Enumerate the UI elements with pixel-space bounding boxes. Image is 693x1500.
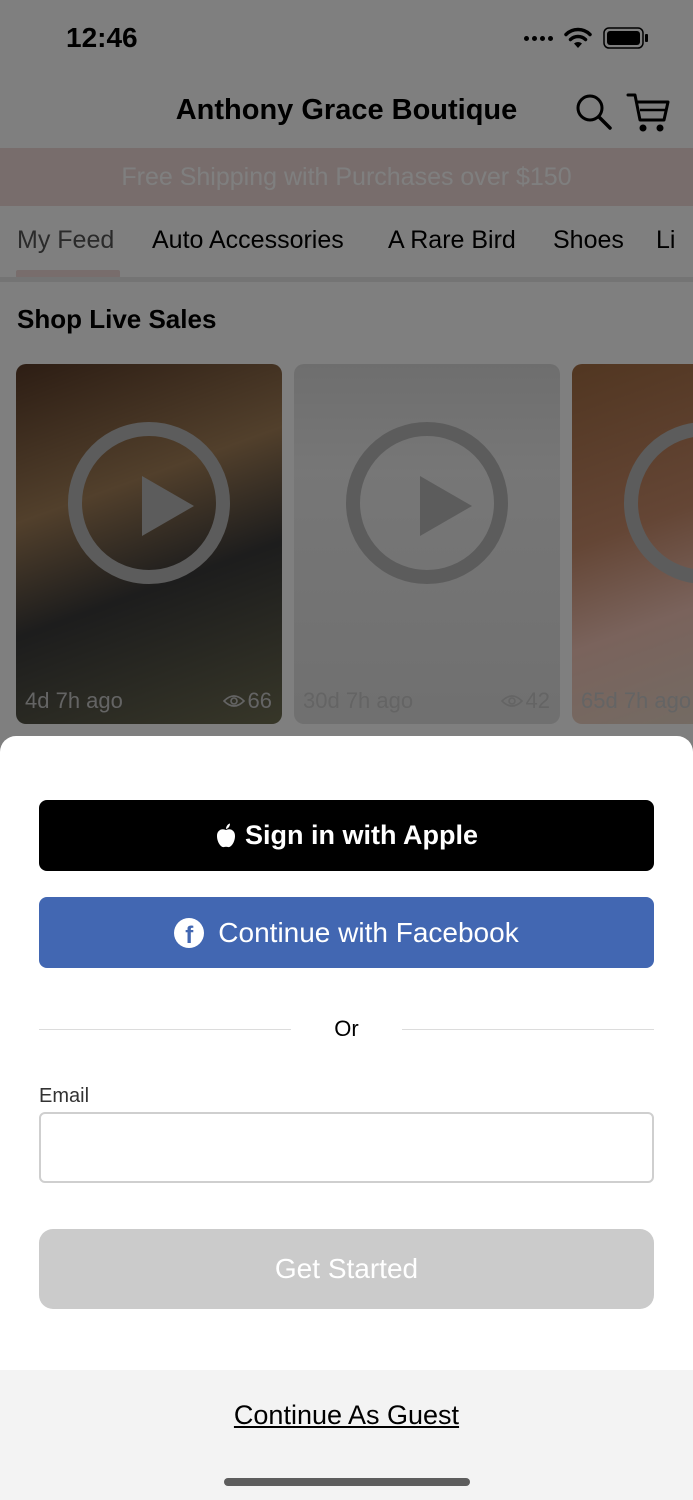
sign-in-with-apple-button[interactable]: Sign in with Apple <box>39 800 654 871</box>
facebook-button-label: Continue with Facebook <box>218 916 519 948</box>
home-indicator <box>224 1478 470 1486</box>
background-app: 12:46 Anthony Grace Boutique <box>0 0 693 760</box>
continue-as-guest-link[interactable]: Continue As Guest <box>0 1400 693 1431</box>
email-label: Email <box>39 1085 90 1107</box>
guest-footer: Continue As Guest <box>0 1370 693 1500</box>
screen: 12:46 Anthony Grace Boutique <box>0 0 693 1500</box>
divider-line <box>402 1029 654 1030</box>
apple-button-label: Sign in with Apple <box>245 820 478 850</box>
modal-backdrop[interactable] <box>0 0 693 760</box>
facebook-icon: f <box>174 917 205 948</box>
get-started-button[interactable]: Get Started <box>39 1229 654 1309</box>
sign-in-sheet: Sign in with Apple f Continue with Faceb… <box>0 736 693 1500</box>
email-field[interactable] <box>39 1112 654 1183</box>
apple-icon <box>217 823 235 847</box>
continue-with-facebook-button[interactable]: f Continue with Facebook <box>39 897 654 968</box>
